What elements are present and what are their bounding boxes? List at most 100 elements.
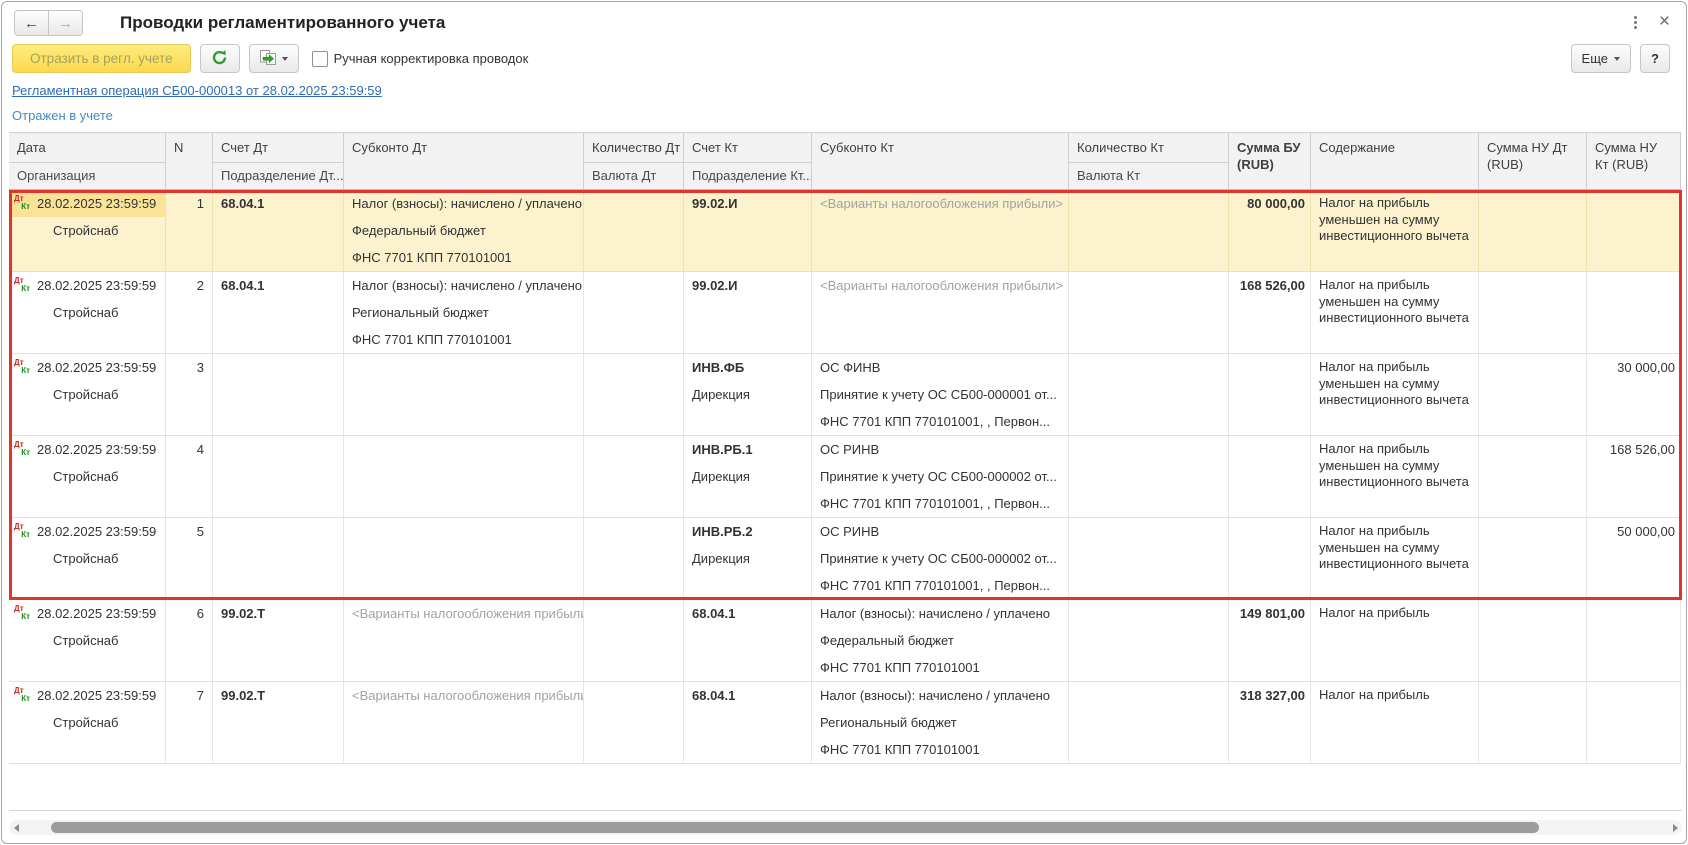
cell-content[interactable]: Налог на прибыль уменьшен на сумму инвес… [1311,272,1479,353]
cell-subconto-kt[interactable]: <Варианты налогообложения прибыли> [812,272,1069,353]
cell-number[interactable]: 5 [166,518,213,599]
regulated-operation-link[interactable]: Регламентная операция СБ00-000013 от 28.… [12,83,382,98]
cell-account-kt[interactable]: 99.02.И [684,272,812,353]
cell-qty-dt[interactable] [584,600,684,681]
cell-sum-nu-kt[interactable]: 168 526,00 [1587,436,1681,517]
cell-qty-kt[interactable] [1069,518,1229,599]
cell-sum-nu-dt[interactable] [1479,682,1587,763]
cell-subconto-dt[interactable] [344,518,584,599]
cell-sum-bu[interactable] [1229,436,1311,517]
cell-sum-nu-dt[interactable] [1479,354,1587,435]
show-postings-report-button[interactable] [249,44,299,73]
cell-qty-kt[interactable] [1069,272,1229,353]
cell-subconto-kt[interactable]: Налог (взносы): начислено / уплаченоФеде… [812,600,1069,681]
cell-number[interactable]: 7 [166,682,213,763]
cell-account-dt[interactable] [213,354,344,435]
cell-date[interactable]: ДтКт28.02.2025 23:59:59Стройснаб [9,354,166,435]
cell-qty-dt[interactable] [584,354,684,435]
cell-sum-nu-kt[interactable] [1587,272,1681,353]
cell-qty-kt[interactable] [1069,682,1229,763]
cell-number[interactable]: 6 [166,600,213,681]
cell-sum-nu-kt[interactable]: 30 000,00 [1587,354,1681,435]
cell-subconto-kt[interactable]: ОС ФИНВПринятие к учету ОС СБ00-000001 о… [812,354,1069,435]
cell-content[interactable]: Налог на прибыль уменьшен на сумму инвес… [1311,518,1479,599]
back-button[interactable]: ← [14,10,49,36]
cell-subconto-kt[interactable]: Налог (взносы): начислено / уплаченоРеги… [812,682,1069,763]
cell-date[interactable]: ДтКт28.02.2025 23:59:59Стройснаб [9,682,166,763]
cell-sum-nu-dt[interactable] [1479,518,1587,599]
cell-qty-dt[interactable] [584,682,684,763]
cell-number[interactable]: 1 [166,190,213,271]
cell-account-dt[interactable]: 99.02.Т [213,600,344,681]
cell-qty-kt[interactable] [1069,436,1229,517]
cell-qty-dt[interactable] [584,518,684,599]
more-menu-dots-icon[interactable] [1634,16,1637,29]
close-icon[interactable]: × [1659,14,1670,30]
cell-account-kt[interactable]: 68.04.1 [684,682,812,763]
cell-sum-nu-kt[interactable]: 50 000,00 [1587,518,1681,599]
cell-date[interactable]: ДтКт28.02.2025 23:59:59Стройснаб [9,600,166,681]
cell-sum-nu-dt[interactable] [1479,600,1587,681]
cell-qty-dt[interactable] [584,272,684,353]
cell-sum-nu-dt[interactable] [1479,436,1587,517]
cell-sum-bu[interactable] [1229,354,1311,435]
cell-content[interactable]: Налог на прибыль [1311,600,1479,681]
cell-subconto-kt[interactable]: ОС РИНВПринятие к учету ОС СБ00-000002 о… [812,518,1069,599]
cell-account-kt[interactable]: ИНВ.РБ.1Дирекция [684,436,812,517]
cell-subconto-dt[interactable] [344,436,584,517]
cell-qty-dt[interactable] [584,190,684,271]
cell-date[interactable]: ДтКт28.02.2025 23:59:59Стройснаб [9,190,166,271]
cell-sum-nu-kt[interactable] [1587,190,1681,271]
cell-subconto-dt[interactable] [344,354,584,435]
cell-subconto-dt[interactable]: <Варианты налогообложения прибыли> [344,682,584,763]
cell-account-dt[interactable] [213,436,344,517]
cell-sum-bu[interactable] [1229,518,1311,599]
cell-subconto-kt[interactable]: ОС РИНВПринятие к учету ОС СБ00-000002 о… [812,436,1069,517]
help-button[interactable]: ? [1640,44,1670,73]
cell-qty-kt[interactable] [1069,190,1229,271]
cell-date[interactable]: ДтКт28.02.2025 23:59:59Стройснаб [9,518,166,599]
cell-sum-bu[interactable]: 318 327,00 [1229,682,1311,763]
cell-qty-dt[interactable] [584,436,684,517]
cell-subconto-dt[interactable]: Налог (взносы): начислено / уплаченоРеги… [344,272,584,353]
cell-number[interactable]: 3 [166,354,213,435]
cell-number[interactable]: 4 [166,436,213,517]
cell-sum-bu[interactable]: 80 000,00 [1229,190,1311,271]
cell-date[interactable]: ДтКт28.02.2025 23:59:59Стройснаб [9,436,166,517]
cell-account-kt[interactable]: 99.02.И [684,190,812,271]
cell-sum-nu-dt[interactable] [1479,190,1587,271]
cell-sum-nu-dt[interactable] [1479,272,1587,353]
cell-sum-nu-kt[interactable] [1587,682,1681,763]
cell-account-dt[interactable]: 99.02.Т [213,682,344,763]
scrollbar-thumb[interactable] [51,822,1539,833]
scroll-right-arrow[interactable] [1668,820,1682,835]
cell-account-kt[interactable]: ИНВ.РБ.2Дирекция [684,518,812,599]
scroll-left-arrow[interactable] [9,820,23,835]
horizontal-scrollbar[interactable] [9,820,1682,835]
cell-content[interactable]: Налог на прибыль уменьшен на сумму инвес… [1311,190,1479,271]
cell-sum-bu[interactable]: 168 526,00 [1229,272,1311,353]
cell-subconto-dt[interactable]: <Варианты налогообложения прибыли> [344,600,584,681]
more-button[interactable]: Еще [1571,44,1631,73]
cell-account-dt[interactable] [213,518,344,599]
cell-content[interactable]: Налог на прибыль [1311,682,1479,763]
cell-account-dt[interactable]: 68.04.1 [213,272,344,353]
cell-account-kt[interactable]: 68.04.1 [684,600,812,681]
reflect-in-accounting-button[interactable]: Отразить в регл. учете [12,44,191,73]
documents-icon [259,49,278,69]
cell-account-kt[interactable]: ИНВ.ФБДирекция [684,354,812,435]
cell-number[interactable]: 2 [166,272,213,353]
cell-account-dt[interactable]: 68.04.1 [213,190,344,271]
forward-button[interactable]: → [49,10,83,36]
cell-date[interactable]: ДтКт28.02.2025 23:59:59Стройснаб [9,272,166,353]
cell-content[interactable]: Налог на прибыль уменьшен на сумму инвес… [1311,436,1479,517]
cell-subconto-dt[interactable]: Налог (взносы): начислено / уплаченоФеде… [344,190,584,271]
refresh-button[interactable] [200,44,240,73]
cell-sum-nu-kt[interactable] [1587,600,1681,681]
cell-content[interactable]: Налог на прибыль уменьшен на сумму инвес… [1311,354,1479,435]
cell-qty-kt[interactable] [1069,354,1229,435]
manual-adjustment-checkbox[interactable] [312,51,328,67]
cell-subconto-kt[interactable]: <Варианты налогообложения прибыли> [812,190,1069,271]
cell-qty-kt[interactable] [1069,600,1229,681]
cell-sum-bu[interactable]: 149 801,00 [1229,600,1311,681]
